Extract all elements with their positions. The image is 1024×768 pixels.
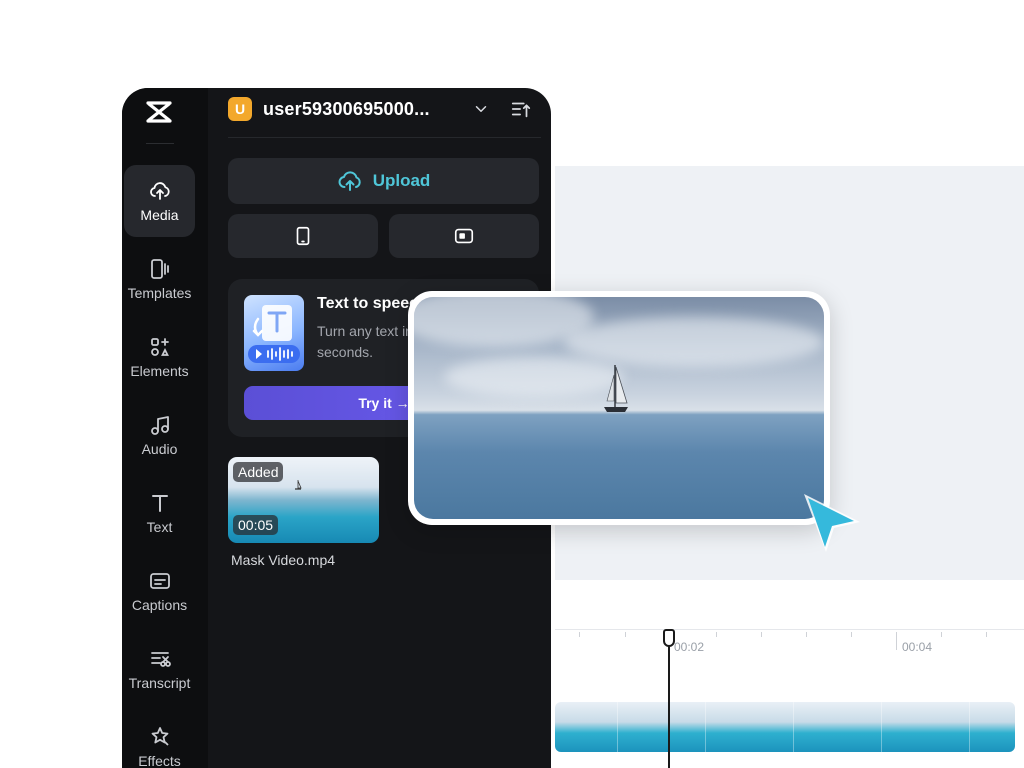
rail-label: Media <box>140 207 179 223</box>
phone-icon <box>296 226 310 246</box>
timeline-ruler[interactable]: 00:02 00:04 <box>555 629 1024 654</box>
cloud-upload-icon <box>149 182 170 200</box>
rail-label: Templates <box>127 285 192 301</box>
effects-icon <box>151 727 169 746</box>
ruler-tick <box>625 632 626 637</box>
rail-item-elements[interactable]: Elements <box>124 321 195 393</box>
elements-icon <box>150 338 169 356</box>
media-item-thumbnail[interactable]: Added 00:05 <box>228 457 379 543</box>
rail-label: Captions <box>131 597 188 613</box>
panel-divider <box>228 137 541 138</box>
floating-video-preview <box>408 291 830 525</box>
tts-illustration <box>244 295 304 371</box>
record-screen-icon <box>454 228 474 244</box>
avatar: U <box>228 97 252 121</box>
upload-button[interactable]: Upload <box>228 158 539 204</box>
ruler-label: 00:02 <box>674 640 705 654</box>
rail-label: Transcript <box>128 675 191 691</box>
rail-label: Text <box>146 519 173 535</box>
rail-item-transcript[interactable]: Transcript <box>124 633 195 705</box>
chevron-down-icon[interactable] <box>472 100 490 118</box>
ruler-tick <box>806 632 807 637</box>
video-frame <box>414 297 824 519</box>
music-note-icon <box>150 416 169 435</box>
username: user59300695000... <box>263 98 430 119</box>
captions-icon <box>149 573 170 589</box>
side-rail: Media Templates Elements Audio Text Capt… <box>122 88 208 768</box>
sailboat-icon <box>295 480 302 490</box>
playhead-line[interactable] <box>668 631 670 768</box>
sailboat-icon <box>604 365 628 412</box>
frame-separator <box>969 702 970 752</box>
frame-separator <box>617 702 618 752</box>
frame-separator <box>881 702 882 752</box>
cloud <box>564 317 824 367</box>
transcript-icon <box>150 652 171 667</box>
pointer-cursor-icon <box>804 494 860 552</box>
rail-label: Audio <box>141 441 178 457</box>
ruler-tick <box>941 632 942 637</box>
added-badge: Added <box>233 462 284 482</box>
sort-icon[interactable] <box>510 98 532 120</box>
cloud-upload-icon <box>338 171 361 191</box>
rail-item-templates[interactable]: Templates <box>124 243 195 315</box>
media-item-name: Mask Video.mp4 <box>231 552 336 568</box>
ruler-label: 00:04 <box>902 640 933 654</box>
ruler-tick <box>716 632 717 637</box>
frame-separator <box>705 702 706 752</box>
rail-item-effects[interactable]: Effects <box>124 711 195 768</box>
rail-divider <box>146 143 174 144</box>
rail-item-captions[interactable]: Captions <box>124 555 195 627</box>
ruler-tick <box>579 632 580 637</box>
tts-illustration-icon <box>248 305 300 363</box>
frame-separator <box>793 702 794 752</box>
templates-icon <box>150 259 169 279</box>
upload-label: Upload <box>372 171 431 190</box>
record-screen-button[interactable] <box>389 214 539 258</box>
ruler-tick <box>986 632 987 637</box>
rail-item-media[interactable]: Media <box>124 165 195 237</box>
phone-upload-button[interactable] <box>228 214 378 258</box>
rail-item-audio[interactable]: Audio <box>124 399 195 471</box>
playhead-handle[interactable] <box>663 629 675 647</box>
rail-item-text[interactable]: Text <box>124 477 195 549</box>
rail-label: Effects <box>138 753 181 768</box>
account-switcher[interactable]: U user59300695000... <box>228 96 541 122</box>
ruler-tick <box>896 632 897 650</box>
ruler-tick <box>761 632 762 637</box>
capcut-logo-icon[interactable] <box>141 94 177 130</box>
video-track-clip[interactable] <box>555 702 1015 752</box>
duration-badge: 00:05 <box>233 515 279 535</box>
rail-label: Elements <box>130 363 189 379</box>
ruler-tick <box>851 632 852 637</box>
text-icon <box>151 495 168 512</box>
cloud <box>444 357 624 397</box>
